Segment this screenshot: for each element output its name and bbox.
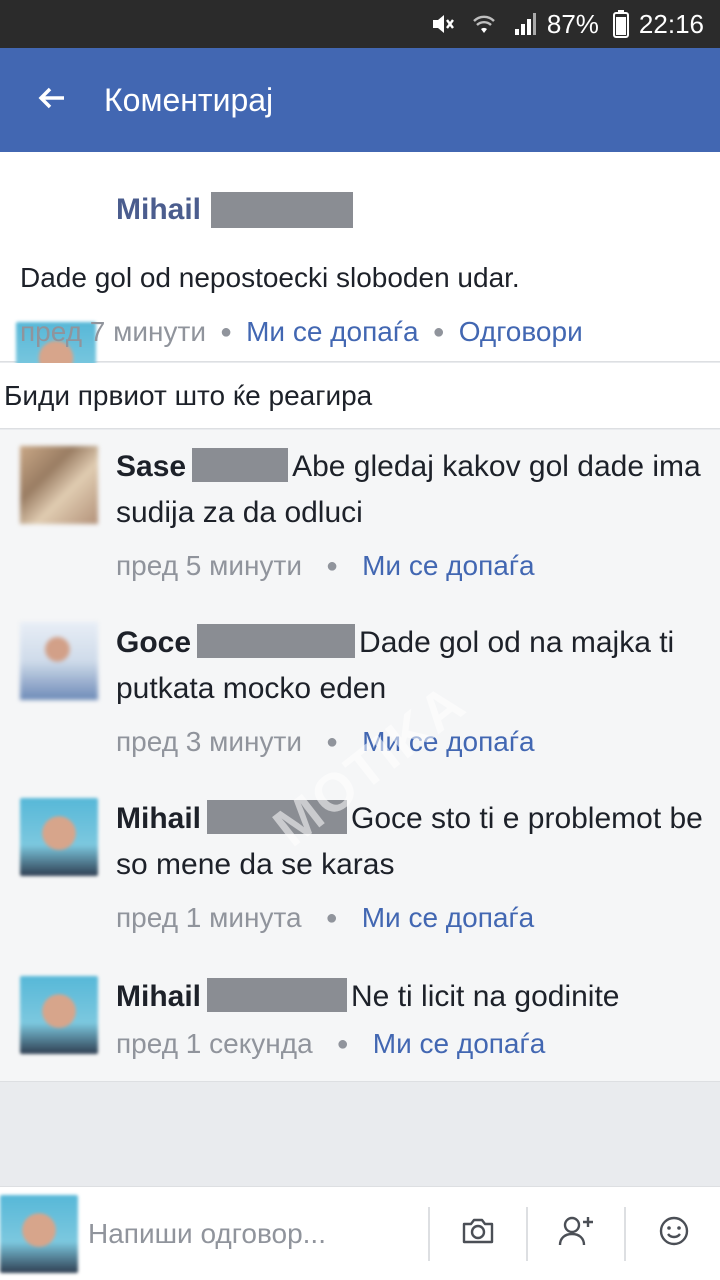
reply-composer <box>0 1186 720 1280</box>
reply-time: пред 5 минути <box>116 550 302 581</box>
comment-author[interactable]: Mihail <box>116 192 354 228</box>
like-link[interactable]: Ми се допаѓа <box>246 316 419 348</box>
redacted-surname <box>192 448 289 482</box>
avatar[interactable] <box>20 976 98 1054</box>
reply-time: пред 1 минута <box>116 902 302 933</box>
like-link[interactable]: Ми се допаѓа <box>362 550 535 582</box>
back-arrow-icon <box>38 86 66 115</box>
separator-dot: ● <box>336 1032 349 1055</box>
reply-body: Goce Dade gol od na majka ti putkata mock… <box>116 620 706 712</box>
redacted-surname <box>211 192 354 228</box>
reply-text: Ne ti licit na godinite <box>351 980 620 1013</box>
comment-meta: пред 7 минути ● Ми се допаѓа ● Одговори <box>20 316 583 348</box>
reply-item: Mihail Goce sto ti e problemot be so mene… <box>0 782 720 954</box>
battery-icon <box>612 10 629 38</box>
separator-dot: ● <box>325 554 339 577</box>
reply-time: пред 1 секунда <box>116 1028 313 1059</box>
separator-dot: ● <box>432 320 445 343</box>
battery-percent: 87% <box>546 8 599 39</box>
reply-time: пред 3 минути <box>116 726 302 757</box>
signal-icon <box>513 11 537 37</box>
reply-link[interactable]: Одговори <box>459 316 583 348</box>
reply-author[interactable]: Mihail <box>116 980 201 1013</box>
author-name[interactable]: Mihail <box>116 193 201 227</box>
mute-icon <box>429 11 455 37</box>
reply-item: Goce Dade gol od na majka ti putkata mock… <box>0 606 720 778</box>
like-link[interactable]: Ми се допаѓа <box>362 902 535 934</box>
reply-input[interactable] <box>88 1203 424 1264</box>
add-friend-icon <box>558 1215 594 1252</box>
clock: 22:16 <box>638 8 704 39</box>
like-link[interactable]: Ми се допаѓа <box>362 726 535 758</box>
reply-meta: пред 5 минути ● Ми се допаѓа <box>116 550 535 582</box>
redacted-surname <box>197 624 356 658</box>
reply-body: Mihail Ne ti licit na godinite <box>116 974 706 1020</box>
redacted-surname <box>207 800 348 834</box>
back-button[interactable] <box>0 48 104 152</box>
avatar[interactable] <box>20 622 98 700</box>
separator-dot: ● <box>219 320 233 343</box>
reply-author[interactable]: Goce <box>116 626 191 659</box>
wifi-icon <box>469 11 499 37</box>
avatar[interactable] <box>20 446 98 524</box>
first-to-react-prompt: Биди првиот што ќе реагира <box>0 363 720 429</box>
camera-button[interactable] <box>434 1204 522 1264</box>
like-link[interactable]: Ми се допаѓа <box>373 1028 546 1060</box>
reply-author[interactable]: Mihail <box>116 802 201 835</box>
separator-dot: ● <box>325 730 339 753</box>
divider <box>526 1206 528 1261</box>
avatar <box>0 1194 78 1273</box>
reply-body: Mihail Goce sto ti e problemot be so mene… <box>116 796 706 888</box>
replies-list: Sase Abe gledaj kakov gol dade ima sudija… <box>0 430 720 1082</box>
page-title: Коментирај <box>104 81 274 118</box>
divider <box>624 1206 626 1261</box>
separator-dot: ● <box>325 906 338 929</box>
redacted-surname <box>207 978 348 1012</box>
tag-friend-button[interactable] <box>532 1204 620 1264</box>
divider <box>428 1206 430 1261</box>
avatar[interactable] <box>20 798 98 876</box>
emoji-icon <box>658 1215 690 1252</box>
app-bar: Коментирај <box>0 48 720 152</box>
reply-item: Sase Abe gledaj kakov gol dade ima sudija… <box>0 430 720 602</box>
reply-item: Mihail Ne ti licit na godinite пред 1 сек… <box>0 960 720 1080</box>
status-bar: 87% 22:16 <box>0 0 720 48</box>
comment-time: пред 7 минути <box>20 316 206 347</box>
emoji-button[interactable] <box>630 1204 718 1264</box>
comment-text: Dade gol od nepostoecki sloboden udar. <box>20 262 520 293</box>
reply-text: Goce sto ti e problemot be so mene da se… <box>116 802 703 881</box>
reply-meta: пред 1 секунда ● Ми се допаѓа <box>116 1028 545 1060</box>
reply-author[interactable]: Sase <box>116 450 186 483</box>
camera-icon <box>461 1217 495 1250</box>
reply-meta: пред 1 минута ● Ми се допаѓа <box>116 902 534 934</box>
reply-body: Sase Abe gledaj kakov gol dade ima sudija… <box>116 444 706 536</box>
reply-meta: пред 3 минути ● Ми се допаѓа <box>116 726 535 758</box>
